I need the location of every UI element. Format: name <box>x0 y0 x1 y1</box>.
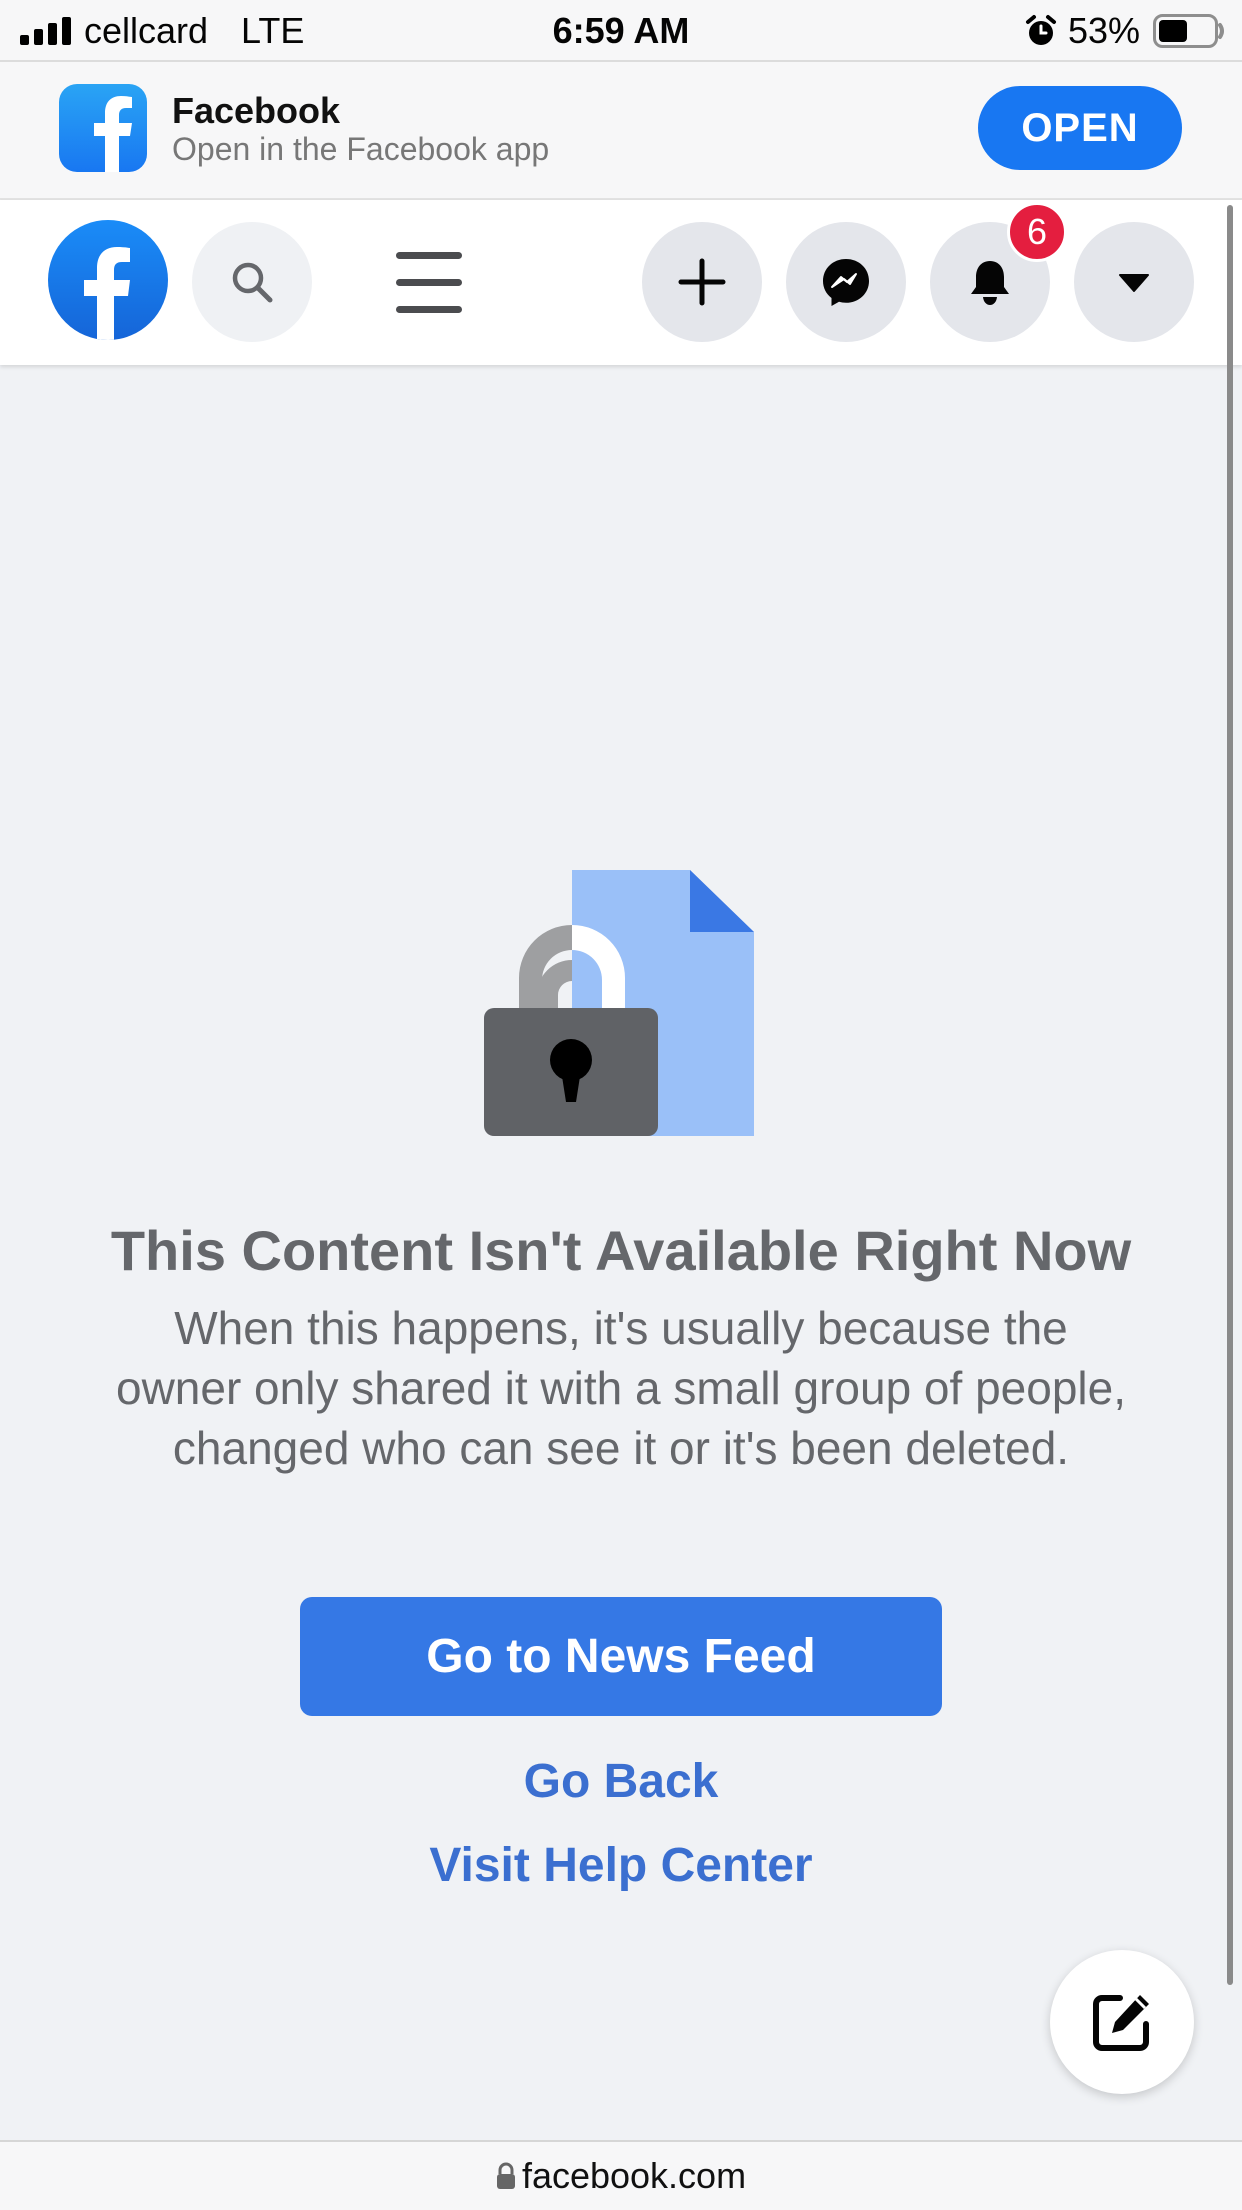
banner-subtitle: Open in the Facebook app <box>172 131 550 167</box>
url-display: facebook.com <box>0 2154 1242 2198</box>
open-app-button[interactable]: OPEN <box>978 86 1182 170</box>
facebook-logo-icon[interactable] <box>48 220 168 340</box>
search-button[interactable] <box>192 222 312 342</box>
lock-icon <box>496 2162 515 2189</box>
compose-icon <box>1093 1995 1149 2051</box>
bell-icon <box>971 261 1009 305</box>
alarm-icon <box>1026 15 1056 45</box>
url-domain: facebook.com <box>521 2155 747 2196</box>
banner-app-name: Facebook <box>172 90 341 131</box>
messenger-button[interactable] <box>786 222 906 342</box>
go-to-news-feed-button[interactable]: Go to News Feed <box>300 1597 942 1716</box>
caret-down-icon <box>1119 274 1149 292</box>
plus-icon <box>678 258 726 306</box>
go-back-link[interactable]: Go Back <box>0 1754 1242 1809</box>
search-icon <box>232 262 273 303</box>
facebook-app-icon <box>59 84 147 172</box>
page-headline: This Content Isn't Available Right Now <box>110 1219 1132 1282</box>
battery-percent: 53% <box>1068 10 1141 51</box>
create-button[interactable] <box>642 222 762 342</box>
account-menu-button[interactable] <box>1074 222 1194 342</box>
messenger-icon <box>823 259 869 306</box>
battery-icon <box>1153 14 1224 48</box>
browser-url-bar[interactable]: facebook.com <box>0 2140 1242 2210</box>
locked-document-icon <box>484 870 754 1136</box>
app-banner: Facebook Open in the Facebook app OPEN <box>0 62 1242 200</box>
hamburger-menu-icon[interactable] <box>390 250 468 316</box>
page-message: When this happens, it's usually because … <box>115 1302 1126 1474</box>
status-bar: cellcard LTE 6:59 AM 53% <box>0 0 1242 62</box>
compose-button[interactable] <box>1050 1950 1194 2094</box>
notification-count: 6 <box>1026 211 1048 252</box>
notification-count-badge: 6 <box>1007 202 1067 262</box>
visit-help-center-link[interactable]: Visit Help Center <box>0 1838 1242 1893</box>
scrollbar[interactable] <box>1227 205 1233 1985</box>
